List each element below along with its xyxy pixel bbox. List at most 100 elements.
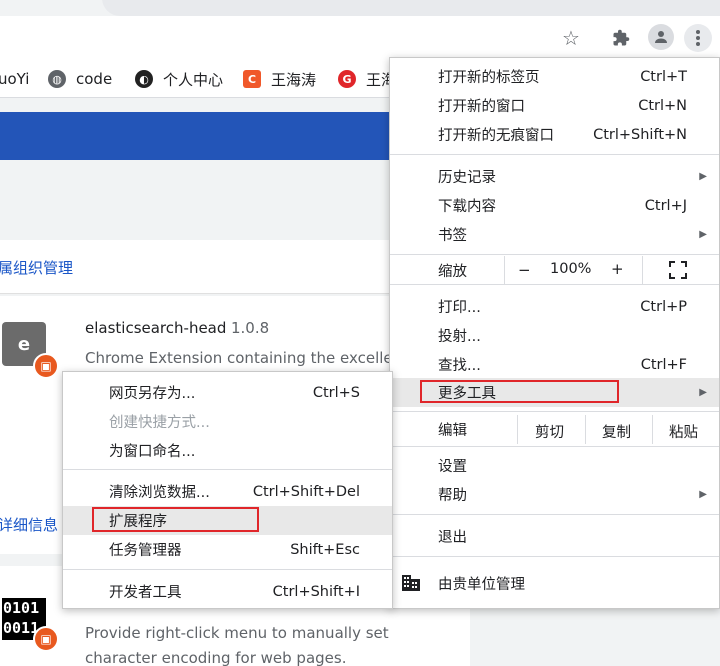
- csdn-icon: ◐: [135, 70, 153, 88]
- menu-item-label: 打开新的标签页: [438, 70, 540, 86]
- menu-item-print[interactable]: 打印... Ctrl+P: [390, 292, 719, 321]
- globe-icon: ◍: [48, 70, 66, 88]
- chrome-main-menu: 打开新的标签页 Ctrl+T 打开新的窗口 Ctrl+N 打开新的无痕窗口 Ct…: [389, 57, 720, 609]
- menu-item-exit[interactable]: 退出: [390, 522, 719, 551]
- menu-item-label: 为窗口命名...: [109, 444, 196, 460]
- copy-button[interactable]: 复制: [602, 421, 631, 442]
- menu-item-name-window[interactable]: 为窗口命名...: [63, 436, 392, 465]
- menu-separator: [390, 446, 719, 447]
- bookmark-item[interactable]: G 王海: [338, 68, 396, 90]
- more-tools-submenu: 网页另存为... Ctrl+S 创建快捷方式... 为窗口命名... 清除浏览数…: [62, 371, 393, 609]
- menu-item-new-tab[interactable]: 打开新的标签页 Ctrl+T: [390, 62, 719, 91]
- c-logo-icon: C: [243, 70, 261, 88]
- menu-item-shortcut: Ctrl+F: [640, 356, 687, 373]
- menu-item-shortcut: Ctrl+Shift+Del: [252, 483, 360, 500]
- bookmark-label: uoYi: [0, 70, 30, 88]
- bookmark-label: 王海涛: [271, 70, 317, 89]
- zoom-in-button[interactable]: +: [611, 260, 624, 278]
- menu-item-task-manager[interactable]: 任务管理器 Shift+Esc: [63, 535, 392, 564]
- browser-toolbar: ☆: [0, 16, 720, 60]
- bookmark-item[interactable]: ◐ 个人中心: [135, 68, 223, 90]
- zoom-divider: [504, 256, 505, 284]
- menu-item-label: 下载内容: [438, 199, 496, 215]
- menu-item-shortcut: Shift+Esc: [290, 541, 360, 558]
- bookmark-item[interactable]: ◍ code: [48, 68, 112, 90]
- menu-item-label: 网页另存为...: [109, 386, 196, 402]
- menu-item-managed[interactable]: 由贵单位管理: [390, 569, 719, 598]
- menu-item-label: 设置: [438, 459, 467, 475]
- zoom-out-button[interactable]: −: [518, 261, 531, 279]
- menu-item-edit: 编辑 剪切 复制 粘贴: [390, 415, 719, 444]
- kebab-menu-icon[interactable]: [684, 24, 712, 52]
- menu-item-label: 编辑: [438, 423, 467, 439]
- menu-item-incognito[interactable]: 打开新的无痕窗口 Ctrl+Shift+N: [390, 120, 719, 149]
- menu-item-help[interactable]: 帮助 ▶: [390, 480, 719, 509]
- menu-item-label: 历史记录: [438, 170, 496, 186]
- org-management-link[interactable]: 属组织管理: [0, 257, 73, 278]
- submenu-arrow-icon: ▶: [699, 171, 707, 182]
- edit-divider: [517, 415, 518, 444]
- managed-badge-icon: ▣: [33, 626, 59, 652]
- menu-separator: [63, 469, 392, 470]
- menu-item-cast[interactable]: 投射...: [390, 321, 719, 350]
- menu-separator: [390, 254, 719, 255]
- extension-description: Provide right-click menu to manually set: [85, 624, 389, 642]
- extension-description: character encoding for web pages.: [85, 649, 347, 666]
- g-logo-icon: G: [338, 70, 356, 88]
- star-icon[interactable]: ☆: [557, 24, 585, 52]
- menu-item-shortcut: Ctrl+P: [640, 298, 687, 315]
- edit-divider: [652, 415, 653, 444]
- bookmark-label: 个人中心: [163, 70, 224, 89]
- edit-divider: [585, 415, 586, 444]
- bookmark-label: code: [76, 70, 113, 88]
- menu-item-label: 打印...: [438, 300, 481, 316]
- menu-item-label: 书签: [438, 228, 467, 244]
- menu-item-find[interactable]: 查找... Ctrl+F: [390, 350, 719, 379]
- managed-badge-icon: ▣: [33, 353, 59, 379]
- menu-item-settings[interactable]: 设置: [390, 451, 719, 480]
- menu-item-dev-tools[interactable]: 开发者工具 Ctrl+Shift+I: [63, 577, 392, 606]
- menu-item-label: 投射...: [438, 329, 481, 345]
- puzzle-icon[interactable]: [607, 24, 635, 52]
- extension-name: elasticsearch-head: [85, 319, 227, 337]
- cut-button[interactable]: 剪切: [535, 421, 564, 442]
- menu-item-shortcut: Ctrl+N: [638, 97, 687, 114]
- menu-item-history[interactable]: 历史记录 ▶: [390, 162, 719, 191]
- menu-item-shortcut: Ctrl+T: [640, 68, 687, 85]
- page-header-bar: [0, 112, 400, 160]
- menu-item-clear-data[interactable]: 清除浏览数据... Ctrl+Shift+Del: [63, 477, 392, 506]
- building-icon: [401, 574, 421, 594]
- menu-separator: [390, 154, 719, 155]
- menu-separator: [390, 284, 719, 285]
- menu-item-save-as[interactable]: 网页另存为... Ctrl+S: [63, 378, 392, 407]
- menu-item-label: 由贵单位管理: [438, 577, 525, 593]
- paste-button[interactable]: 粘贴: [669, 421, 698, 442]
- menu-item-bookmarks[interactable]: 书签 ▶: [390, 220, 719, 249]
- details-link[interactable]: 详细信息: [0, 514, 58, 535]
- more-tools-highlight-box: [420, 380, 619, 403]
- menu-item-zoom: 缩放 − 100% +: [390, 256, 719, 284]
- extension-version: 1.0.8: [231, 319, 270, 337]
- bookmark-item[interactable]: C 王海涛: [243, 68, 316, 90]
- menu-item-label: 创建快捷方式...: [109, 415, 210, 431]
- menu-item-label: 任务管理器: [109, 543, 182, 559]
- address-bar[interactable]: [102, 0, 720, 16]
- menu-item-shortcut: Ctrl+Shift+N: [593, 126, 687, 143]
- menu-item-new-window[interactable]: 打开新的窗口 Ctrl+N: [390, 91, 719, 120]
- avatar-icon[interactable]: [648, 24, 674, 50]
- bookmark-item[interactable]: uoYi: [0, 68, 29, 90]
- menu-item-shortcut: Ctrl+Shift+I: [272, 583, 360, 600]
- fullscreen-icon[interactable]: [669, 261, 687, 279]
- menu-item-create-shortcut: 创建快捷方式...: [63, 407, 392, 436]
- zoom-level: 100%: [550, 261, 592, 277]
- submenu-arrow-icon: ▶: [699, 387, 707, 398]
- menu-separator: [390, 556, 719, 557]
- menu-item-shortcut: Ctrl+S: [312, 384, 360, 401]
- menu-item-label: 开发者工具: [109, 585, 182, 601]
- menu-item-downloads[interactable]: 下载内容 Ctrl+J: [390, 191, 719, 220]
- menu-separator: [390, 411, 719, 412]
- submenu-arrow-icon: ▶: [699, 489, 707, 500]
- menu-item-label: 清除浏览数据...: [109, 485, 210, 501]
- menu-item-label: 打开新的无痕窗口: [438, 128, 554, 144]
- submenu-arrow-icon: ▶: [699, 229, 707, 240]
